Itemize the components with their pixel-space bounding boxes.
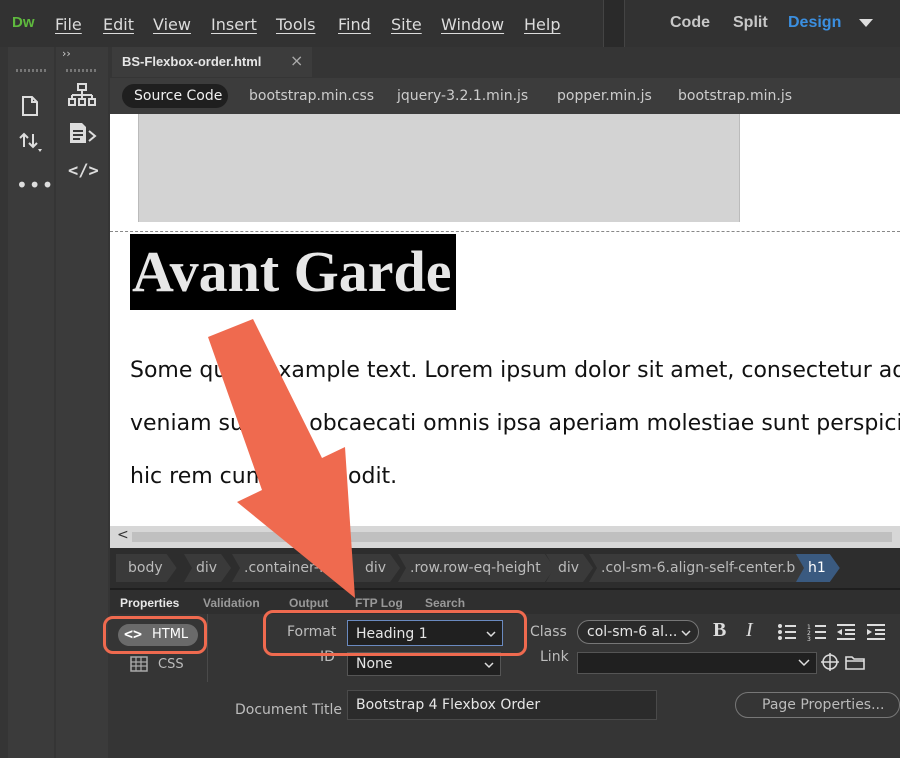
related-files-bar: Source Code bootstrap.min.css jquery-3.2…: [110, 78, 900, 114]
image-placeholder[interactable]: [138, 114, 740, 222]
code-view-button[interactable]: Code: [670, 14, 710, 32]
related-file-jquery[interactable]: jquery-3.2.1.min.js: [397, 88, 528, 104]
scroll-left-icon[interactable]: <: [117, 527, 129, 543]
browse-folder-icon[interactable]: [845, 654, 865, 670]
html-button-highlight: [103, 616, 207, 654]
point-to-file-icon[interactable]: [821, 653, 839, 671]
document-title-label: Document Title: [235, 702, 342, 718]
menu-tools[interactable]: Tools: [276, 15, 315, 34]
tag-row[interactable]: .row.row-eq-height: [398, 554, 555, 582]
menu-divider: [603, 0, 625, 47]
css-button[interactable]: CSS: [118, 652, 206, 678]
menu-edit[interactable]: Edit: [103, 15, 134, 34]
id-select-value: None: [356, 656, 393, 672]
expand-panels-icon[interactable]: ››: [62, 47, 71, 60]
indent-icon[interactable]: [866, 623, 886, 641]
tab-ftp-log[interactable]: FTP Log: [355, 596, 403, 610]
paragraph-line[interactable]: veniam suscipit obcaecati omnis ipsa ape…: [130, 411, 900, 436]
page-properties-label: Page Properties...: [762, 697, 885, 713]
bold-button[interactable]: B: [713, 619, 726, 642]
design-view[interactable]: Avant Garde Some quick example text. Lor…: [110, 114, 900, 526]
app-logo: Dw: [12, 14, 35, 31]
class-label: Class: [530, 624, 567, 640]
divider: [207, 614, 208, 682]
css-grid-icon: [130, 656, 148, 672]
unordered-list-icon[interactable]: [777, 623, 797, 641]
tag-container-fluid[interactable]: .container-fluid: [232, 554, 363, 582]
more-options-icon[interactable]: •••: [16, 173, 53, 197]
horizontal-scrollbar[interactable]: <: [110, 526, 900, 548]
page-heading[interactable]: Avant Garde: [130, 234, 456, 310]
chevron-down-icon[interactable]: [858, 17, 874, 29]
tag-selector: body div .container-fluid div .row.row-e…: [110, 548, 900, 588]
grip-handle[interactable]: [16, 69, 46, 72]
tab-validation[interactable]: Validation: [203, 596, 260, 610]
paragraph-line[interactable]: Some quick example text. Lorem ipsum dol…: [130, 358, 900, 383]
document-title-input[interactable]: Bootstrap 4 Flexbox Order: [347, 690, 657, 720]
link-input[interactable]: [577, 652, 817, 674]
related-file-label: Source Code: [134, 88, 223, 104]
related-file-bootstrap-js[interactable]: bootstrap.min.js: [678, 88, 792, 104]
code-tag-icon[interactable]: </>: [68, 161, 99, 181]
element-boundary: [110, 231, 900, 232]
menu-bar: Dw File Edit View Insert Tools Find Site…: [0, 0, 900, 47]
tab-properties[interactable]: Properties: [120, 596, 179, 610]
link-label: Link: [540, 649, 569, 665]
related-file-popper[interactable]: popper.min.js: [557, 88, 652, 104]
tag-div[interactable]: div: [184, 554, 231, 582]
scrollbar-thumb[interactable]: [132, 532, 892, 542]
menu-window[interactable]: Window: [441, 15, 504, 34]
snippets-icon[interactable]: [68, 121, 98, 145]
chevron-down-icon[interactable]: [798, 659, 810, 667]
css-button-label: CSS: [158, 657, 184, 672]
class-select[interactable]: col-sm-6 al...: [577, 620, 699, 644]
related-file-bootstrap-css[interactable]: bootstrap.min.css: [249, 88, 374, 104]
paragraph-line[interactable]: hic rem cum minus odit.: [130, 464, 397, 489]
outdent-icon[interactable]: [836, 623, 856, 641]
class-select-value: col-sm-6 al...: [587, 624, 678, 640]
site-map-icon[interactable]: [68, 83, 96, 107]
document-tab-title: BS-Flexbox-order.html: [122, 54, 262, 69]
file-transfer-icon[interactable]: [18, 131, 44, 153]
chevron-down-icon: [681, 630, 691, 637]
panel-rail: ›› </>: [56, 47, 108, 758]
document-tab[interactable]: BS-Flexbox-order.html ×: [112, 47, 312, 77]
document-title-value: Bootstrap 4 Flexbox Order: [356, 697, 541, 713]
menu-insert[interactable]: Insert: [211, 15, 257, 34]
page-properties-button[interactable]: Page Properties...: [735, 692, 900, 718]
format-highlight: [263, 610, 527, 656]
menu-view[interactable]: View: [153, 15, 191, 34]
italic-button[interactable]: I: [746, 619, 753, 642]
svg-text:3: 3: [807, 636, 811, 641]
chevron-down-icon: [484, 662, 494, 669]
tag-body[interactable]: body: [116, 554, 177, 582]
grip-handle[interactable]: [66, 69, 98, 72]
toolbar-rail: •••: [8, 47, 54, 758]
tag-col[interactable]: .col-sm-6.align-self-center.b: [589, 554, 809, 582]
tab-search[interactable]: Search: [425, 596, 465, 610]
ordered-list-icon[interactable]: 123: [807, 623, 827, 641]
close-tab-icon[interactable]: ×: [290, 51, 303, 70]
menu-site[interactable]: Site: [391, 15, 422, 34]
new-document-icon[interactable]: [20, 95, 40, 117]
design-view-button[interactable]: Design: [788, 14, 841, 32]
tab-output[interactable]: Output: [289, 596, 328, 610]
menu-help[interactable]: Help: [524, 15, 560, 34]
menu-find[interactable]: Find: [338, 15, 371, 34]
split-view-button[interactable]: Split: [733, 14, 768, 32]
menu-file[interactable]: File: [55, 15, 82, 34]
